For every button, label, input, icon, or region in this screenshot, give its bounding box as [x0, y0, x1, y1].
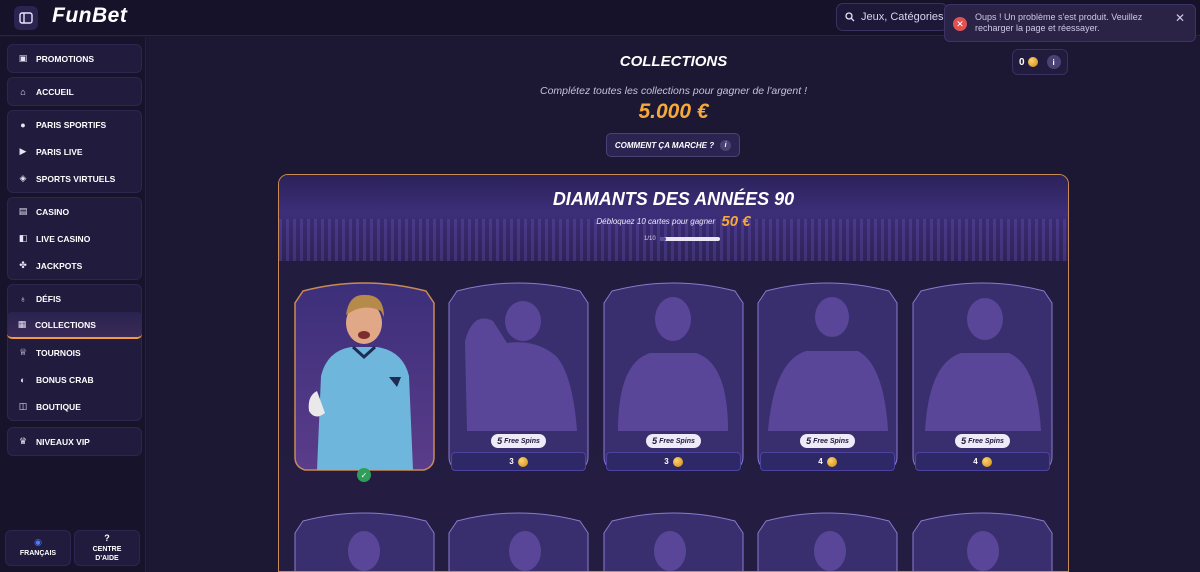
free-spins-tag: 5 Free Spins	[800, 434, 855, 448]
trophy-icon: ♕	[18, 347, 28, 357]
sidebar-item-sports-virtuels[interactable]: ◈ SPORTS VIRTUELS	[8, 165, 141, 192]
language-button[interactable]: ◉ FRANÇAIS	[5, 530, 71, 566]
gamepad-icon: ◈	[19, 173, 27, 183]
album-icon: ▦	[17, 319, 27, 329]
card-locked[interactable]	[291, 511, 438, 571]
card-cost: 4	[760, 452, 895, 471]
card-locked[interactable]: 5 Free Spins 4	[754, 281, 901, 479]
collection-reward: 50 €	[721, 213, 751, 230]
medal-icon: ♁	[19, 293, 27, 304]
logo[interactable]: FunBet	[52, 4, 127, 28]
shop-icon: ◫	[18, 401, 28, 411]
progress-bar	[659, 237, 720, 241]
help-label-line2: D'AIDE	[95, 554, 119, 562]
sidebar-item-defis[interactable]: ♁ DÉFIS	[8, 285, 141, 312]
sidebar-group: ♛ NIVEAUX VIP	[7, 427, 142, 456]
sidebar-item-promotions[interactable]: ▣ PROMOTIONS	[8, 45, 141, 72]
sidebar-group: ▣ PROMOTIONS	[7, 44, 142, 73]
gift-icon: ▣	[18, 53, 28, 63]
sidebar-toggle-icon[interactable]	[14, 6, 38, 30]
globe-icon: ◉	[34, 537, 42, 547]
sidebar-item-collections[interactable]: ▦ COLLECTIONS	[7, 312, 142, 339]
crown-icon: ♛	[18, 436, 28, 446]
card-cost: 3	[606, 452, 741, 471]
info-icon[interactable]: i	[1046, 55, 1061, 69]
sidebar-group: ● PARIS SPORTIFS ▶ PARIS LIVE ◈ SPORTS VIRT…	[7, 110, 142, 193]
sidebar-item-tournois[interactable]: ♕ TOURNOIS	[8, 339, 141, 366]
coin-icon	[517, 456, 528, 467]
live-icon: ▶	[19, 146, 27, 156]
sidebar-item-accueil[interactable]: ⌂ ACCUEIL	[8, 78, 141, 105]
clover-icon: ✤	[19, 260, 27, 270]
progress-fill	[659, 237, 666, 241]
collection-panel: DIAMANTS DES ANNÉES 90 Débloquez 10 cart…	[278, 174, 1069, 572]
free-spins-tag: 5 Free Spins	[646, 434, 701, 448]
collection-reward-line: Débloquez 10 cartes pour gagner 50 €	[279, 213, 1068, 230]
sidebar-item-bonus-crab[interactable]: ◐ BONUS CRAB	[8, 366, 141, 393]
error-icon: ✕	[953, 17, 967, 31]
sidebar-group: ▤ CASINO ◧ LIVE CASINO ✤ JACKPOTS	[7, 197, 142, 280]
collection-banner: DIAMANTS DES ANNÉES 90 Débloquez 10 cart…	[279, 175, 1068, 261]
info-icon: i	[720, 139, 732, 151]
collection-title: DIAMANTS DES ANNÉES 90	[552, 189, 795, 209]
free-spins-tag: 5 Free Spins	[491, 434, 546, 448]
cards-grid: ✓ 5 Free Spins 3 5 Free Spins 3 5 Free S…	[279, 261, 1068, 571]
coin-balance[interactable]: 0 i	[1012, 49, 1068, 75]
sidebar-item-paris-live[interactable]: ▶ PARIS LIVE	[8, 138, 141, 165]
help-icon: ?	[104, 532, 110, 543]
free-spins-tag: 5 Free Spins	[955, 434, 1010, 448]
progress-text: 1/10	[644, 236, 656, 242]
coin-icon	[1027, 57, 1038, 67]
check-icon: ✓	[357, 468, 371, 482]
help-label-line1: CENTRE	[92, 545, 122, 553]
soccer-ball-icon: ●	[20, 119, 26, 130]
how-it-works-label: COMMENT ÇA MARCHE ?	[614, 140, 715, 150]
how-it-works-button[interactable]: COMMENT ÇA MARCHE ? i	[606, 133, 740, 157]
cards-icon: ◧	[18, 233, 28, 243]
crab-icon: ◐	[20, 374, 26, 385]
sidebar: ▣ PROMOTIONS ⌂ ACCUEIL ● PARIS SPORTIFS ▶ PA…	[0, 37, 146, 572]
slot-machine-icon: ▤	[18, 206, 28, 216]
help-center-button[interactable]: ? CENTRE D'AIDE	[74, 530, 140, 566]
collections-subtitle: Complétez toutes les collections pour ga…	[540, 85, 807, 97]
sidebar-item-jackpots[interactable]: ✤ JACKPOTS	[8, 252, 141, 279]
card-locked[interactable]	[445, 511, 592, 571]
sidebar-item-casino[interactable]: ▤ CASINO	[8, 198, 141, 225]
sidebar-item-niveaux-vip[interactable]: ♛ NIVEAUX VIP	[8, 428, 141, 455]
search-input[interactable]: Jeux, Catégories	[836, 3, 948, 31]
search-icon	[845, 12, 855, 22]
coin-balance-value: 0	[1019, 56, 1025, 68]
coin-icon	[672, 456, 683, 467]
sidebar-group: ♁ DÉFIS ▦ COLLECTIONS ♕ TOURNOIS ◐ BONUS CRA…	[7, 284, 142, 421]
sidebar-item-paris-sportifs[interactable]: ● PARIS SPORTIFS	[8, 111, 141, 138]
sidebar-item-boutique[interactable]: ◫ BOUTIQUE	[8, 393, 141, 420]
card-locked[interactable]: 5 Free Spins 3	[600, 281, 747, 479]
main-content: COLLECTIONS 0 i Complétez toutes les col…	[147, 37, 1200, 572]
toast-message: Oups ! Un problème s'est produit. Veuill…	[975, 12, 1143, 33]
card-locked[interactable]	[754, 511, 901, 571]
collection-progress: 1/10	[644, 236, 720, 242]
sidebar-group: ⌂ ACCUEIL	[7, 77, 142, 106]
card-cost: 4	[915, 452, 1050, 471]
error-toast: ✕ Oups ! Un problème s'est produit. Veui…	[944, 4, 1196, 42]
search-placeholder: Jeux, Catégories	[861, 11, 944, 23]
home-icon: ⌂	[20, 86, 26, 97]
card-locked[interactable]	[909, 511, 1056, 571]
card-cost: 3	[451, 452, 586, 471]
card-locked[interactable]: 5 Free Spins 3	[445, 281, 592, 479]
card-locked[interactable]	[600, 511, 747, 571]
language-label: FRANÇAIS	[19, 550, 57, 557]
sidebar-item-live-casino[interactable]: ◧ LIVE CASINO	[8, 225, 141, 252]
card-unlocked[interactable]: ✓	[291, 281, 438, 482]
coin-icon	[981, 456, 992, 467]
total-prize: 5.000 €	[638, 100, 709, 123]
coin-icon	[826, 456, 837, 467]
card-locked[interactable]: 5 Free Spins 4	[909, 281, 1056, 479]
close-icon[interactable]: ✕	[1175, 11, 1185, 25]
collection-subtitle: Débloquez 10 cartes pour gagner	[596, 217, 716, 226]
